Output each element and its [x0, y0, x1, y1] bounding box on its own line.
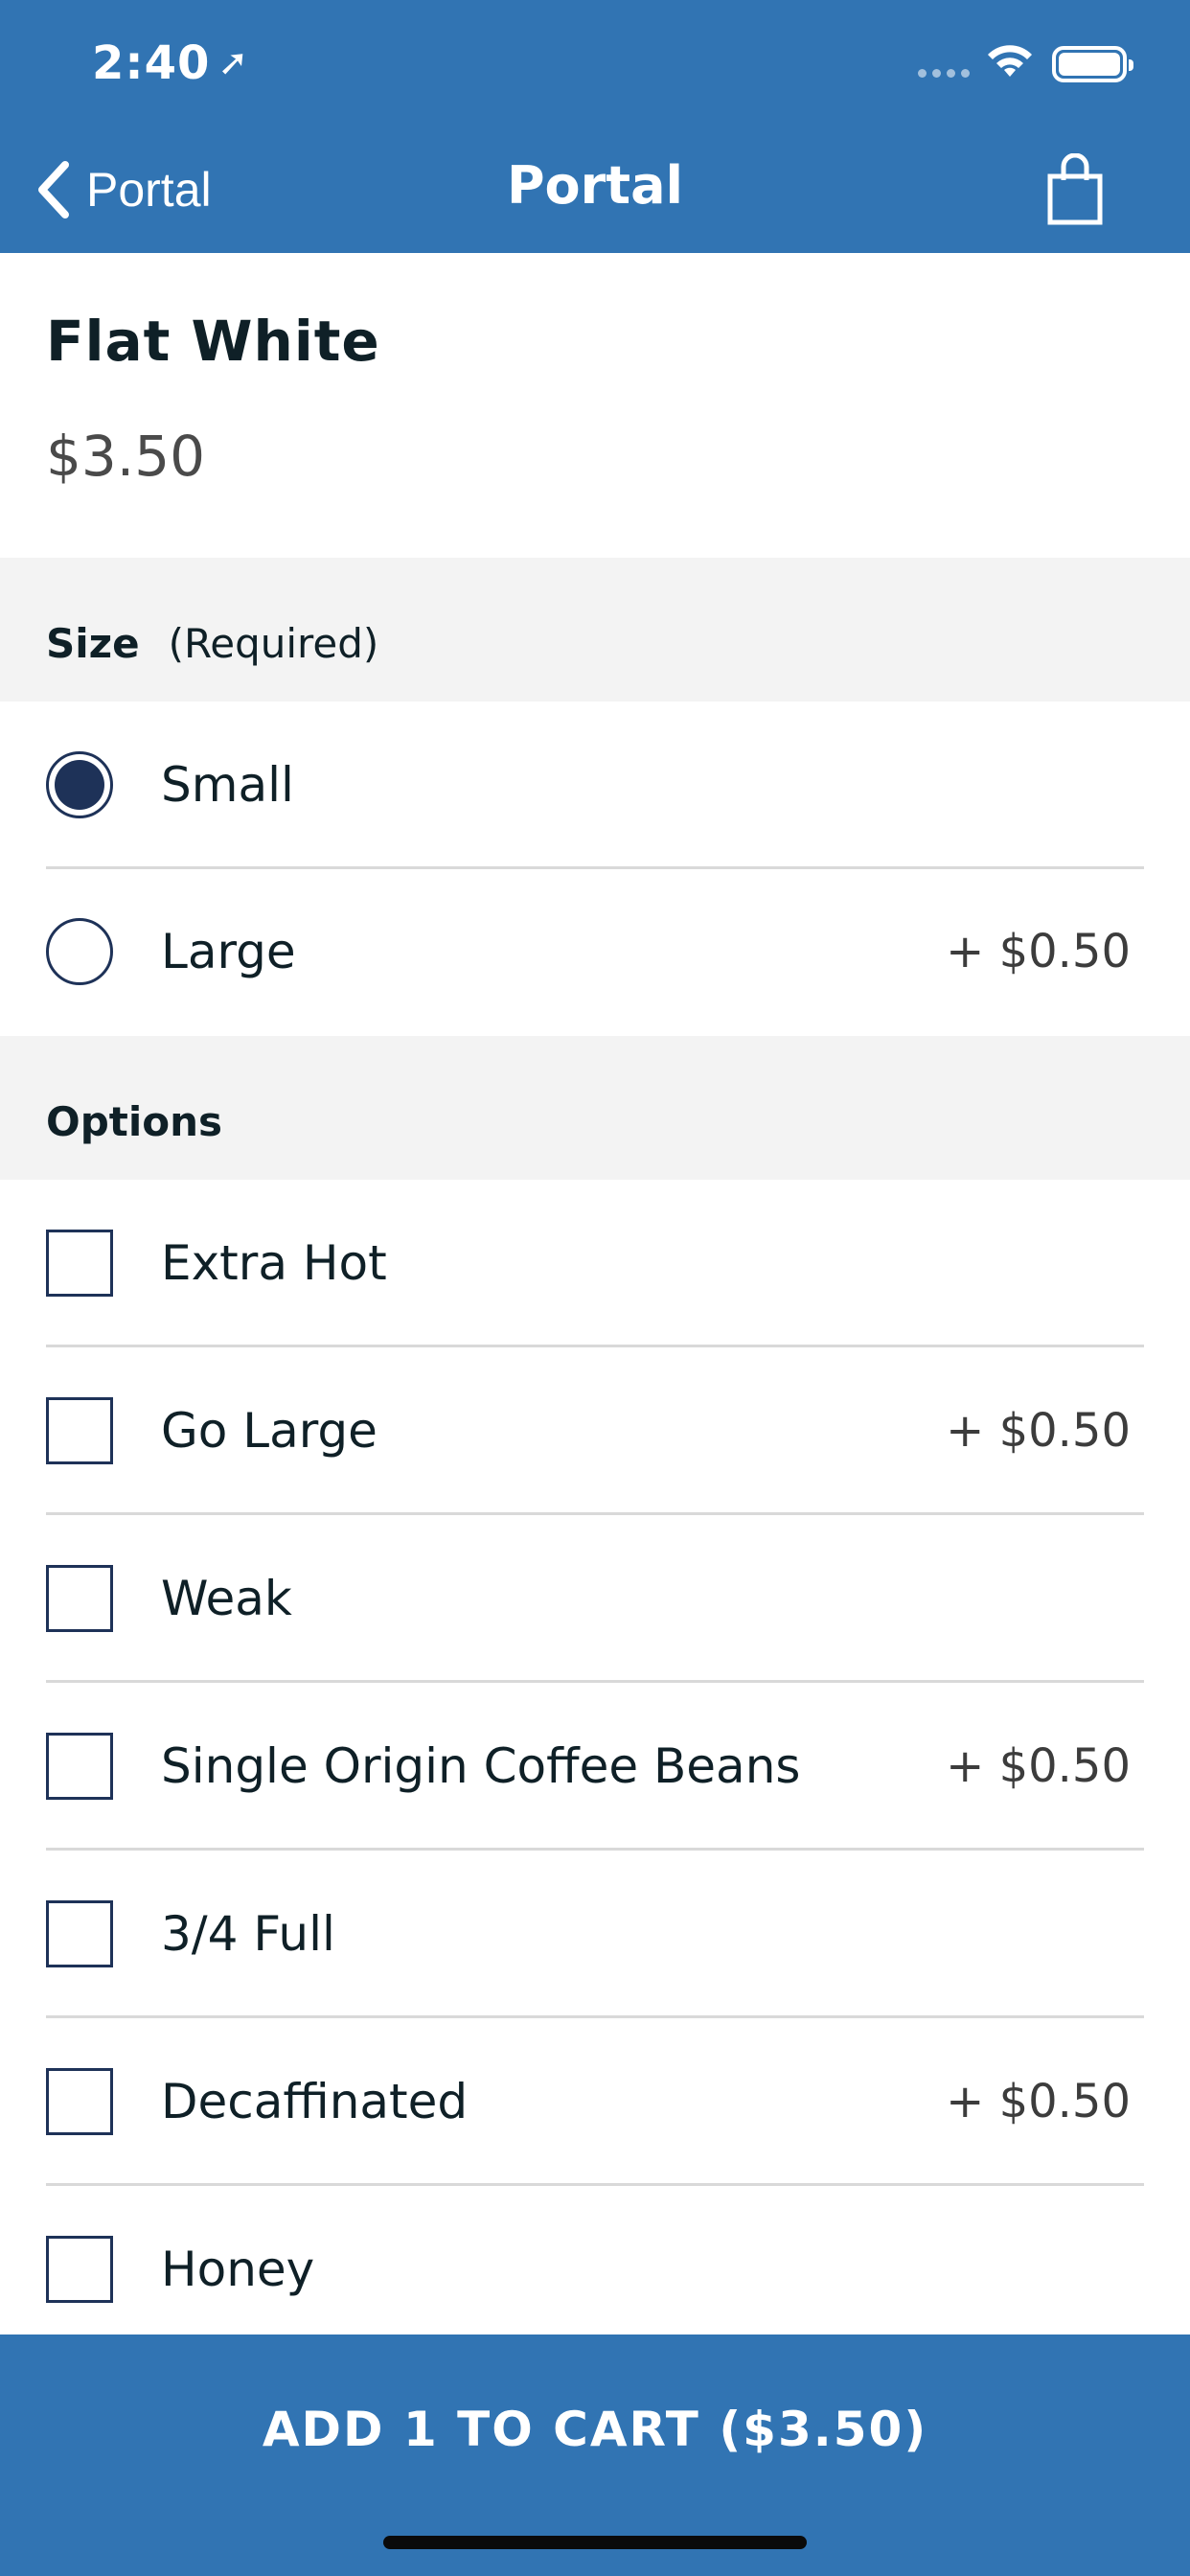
option-label: Extra Hot [161, 1235, 387, 1291]
checkbox[interactable] [46, 1900, 113, 1967]
home-indicator[interactable] [383, 2536, 807, 2549]
battery-icon [1052, 46, 1133, 82]
option-label: Weak [161, 1571, 292, 1626]
size-option-small[interactable]: Small [0, 702, 1190, 868]
checkbox[interactable] [46, 1733, 113, 1800]
checkbox[interactable] [46, 1397, 113, 1464]
checkbox[interactable] [46, 2068, 113, 2135]
status-time: 2:40 ➚ [92, 36, 249, 90]
add-to-cart-label: ADD 1 TO CART ($3.50) [262, 2402, 928, 2457]
option-three-quarter-full[interactable]: 3/4 Full [0, 1851, 1190, 2017]
option-price: + $0.50 [946, 925, 1131, 978]
option-honey[interactable]: Honey [0, 2186, 1190, 2353]
product-header: Flat White $3.50 [0, 253, 1190, 558]
product-detail-screen: 2:40 ➚ Portal Portal Flat White $3.50 Siz… [0, 0, 1190, 2576]
option-weak[interactable]: Weak [0, 1515, 1190, 1682]
option-label: Honey [161, 2242, 315, 2297]
option-go-large[interactable]: Go Large + $0.50 [0, 1347, 1190, 1514]
wifi-icon [988, 45, 1032, 77]
options-section-header: Options [0, 1036, 1190, 1180]
option-price: + $0.50 [946, 1404, 1131, 1458]
cellular-signal-icon [918, 69, 970, 78]
option-price: + $0.50 [946, 1739, 1131, 1793]
product-price: $3.50 [46, 424, 206, 489]
location-arrow-icon: ➚ [217, 41, 250, 83]
page-title: Portal [506, 155, 684, 216]
size-section-header: Size (Required) [0, 558, 1190, 702]
option-label: Single Origin Coffee Beans [161, 1738, 801, 1794]
product-name: Flat White [46, 309, 380, 374]
checkbox[interactable] [46, 1565, 113, 1632]
size-section-note: (Required) [168, 619, 379, 667]
option-label: Go Large [161, 1403, 378, 1459]
radio-button[interactable] [46, 751, 113, 818]
option-extra-hot[interactable]: Extra Hot [0, 1180, 1190, 1346]
checkbox[interactable] [46, 2236, 113, 2303]
option-price: + $0.50 [946, 2075, 1131, 2128]
shopping-bag-icon[interactable] [1044, 153, 1106, 226]
option-label: Large [161, 924, 296, 979]
size-option-large[interactable]: Large + $0.50 [0, 868, 1190, 1035]
option-label: Small [161, 757, 294, 813]
checkbox[interactable] [46, 1230, 113, 1297]
size-section-title: Size [46, 619, 140, 667]
option-label: Decaffinated [161, 2074, 469, 2129]
option-single-origin-coffee-beans[interactable]: Single Origin Coffee Beans + $0.50 [0, 1683, 1190, 1850]
option-label: 3/4 Full [161, 1906, 335, 1962]
options-section-title: Options [46, 1097, 222, 1145]
radio-button[interactable] [46, 918, 113, 985]
option-decaffinated[interactable]: Decaffinated + $0.50 [0, 2018, 1190, 2185]
top-bar: 2:40 ➚ Portal Portal [0, 0, 1190, 253]
status-time-text: 2:40 [92, 36, 211, 90]
